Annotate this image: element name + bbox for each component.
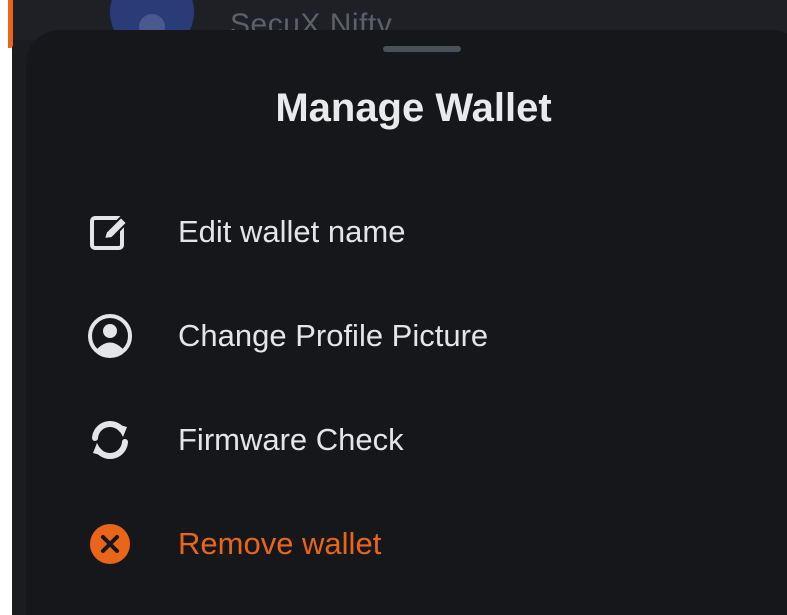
firmware-check-label: Firmware Check	[178, 422, 404, 457]
edit-wallet-name-label: Edit wallet name	[178, 214, 406, 249]
edit-wallet-name-item[interactable]: Edit wallet name	[26, 192, 766, 272]
profile-icon	[82, 308, 138, 364]
app-screen: SecuX Nifty Manage Wallet Edit wallet na…	[12, 0, 787, 615]
left-accent-bar	[8, 0, 13, 48]
remove-icon	[82, 516, 138, 572]
change-profile-picture-label: Change Profile Picture	[178, 318, 489, 353]
remove-wallet-item[interactable]: Remove wallet	[26, 504, 766, 584]
sheet-title: Manage Wallet	[275, 86, 552, 130]
refresh-icon	[82, 412, 138, 468]
change-profile-picture-item[interactable]: Change Profile Picture	[26, 296, 766, 376]
firmware-check-item[interactable]: Firmware Check	[26, 400, 766, 480]
sheet-grab-handle[interactable]	[383, 46, 461, 52]
edit-icon	[82, 204, 138, 260]
remove-wallet-label: Remove wallet	[178, 526, 382, 561]
manage-wallet-sheet: Manage Wallet Edit wallet name Change Pr…	[26, 30, 787, 615]
